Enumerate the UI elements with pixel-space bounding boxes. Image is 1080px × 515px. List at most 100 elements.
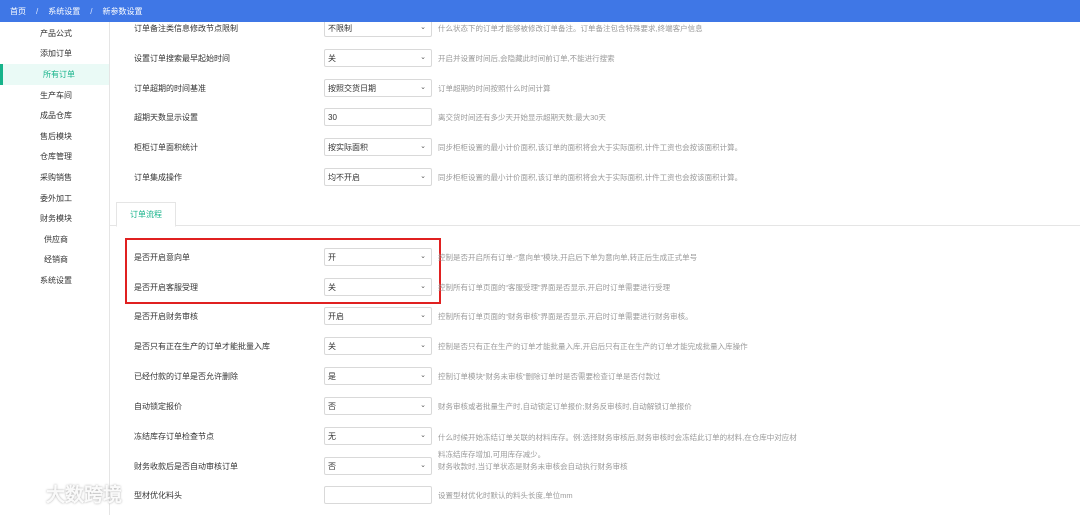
sidebar-item-label: 生产车间 — [40, 90, 72, 100]
tab-order-flow[interactable]: 订单流程 — [116, 202, 176, 227]
setting-row: 设置订单搜索最早起始时间 关 ⌄ 开启并设置时间后,会隐藏此时间前订单,不能进行搜… — [110, 49, 1080, 67]
sidebar-item-label: 添加订单 — [40, 49, 72, 59]
setting-description: 设置型材优化时默认的料头长度,单位mm — [438, 490, 573, 500]
chevron-down-icon: ⌄ — [420, 432, 426, 439]
sidebar-item-system-settings[interactable]: 系统设置 — [0, 270, 109, 291]
sidebar-item-warehouse-management[interactable]: 仓库管理 — [0, 147, 109, 168]
setting-description: 订单超期的时间按照什么时间计算 — [438, 83, 551, 93]
sidebar-item-label: 委外加工 — [40, 193, 72, 203]
setting-row: 是否开启客服受理 关 ⌄ 控制所有订单页面的“客服受理”界面是否显示,开启时订单需… — [110, 278, 1080, 296]
setting-select[interactable]: 否 ⌄ — [324, 397, 432, 415]
setting-select[interactable]: 开启 ⌄ — [324, 307, 432, 325]
sidebar-item-label: 供应商 — [44, 234, 68, 244]
select-value: 是 — [328, 371, 336, 381]
chevron-down-icon: ⌄ — [420, 402, 426, 409]
setting-label: 超期天数显示设置 — [134, 112, 198, 122]
stock-length-input[interactable] — [324, 486, 432, 504]
setting-select[interactable]: 关 ⌄ — [324, 337, 432, 355]
setting-row: 自动锁定报价 否 ⌄ 财务审核或者批量生产时,自动锁定订单报价;财务反审核时,自动… — [110, 397, 1080, 415]
overdue-days-input[interactable]: 30 — [324, 108, 432, 126]
breadcrumb-separator: / — [90, 6, 93, 16]
setting-label: 订单超期的时间基准 — [134, 83, 206, 93]
sidebar-item-label: 系统设置 — [40, 275, 72, 285]
sidebar-item-finished-warehouse[interactable]: 成品仓库 — [0, 105, 109, 126]
setting-label: 设置订单搜索最早起始时间 — [134, 53, 230, 63]
setting-select[interactable]: 关 ⌄ — [324, 49, 432, 67]
setting-label: 型材优化料头 — [134, 490, 182, 500]
sidebar-item-outsourcing[interactable]: 委外加工 — [0, 188, 109, 209]
breadcrumb-home[interactable]: 首页 — [10, 6, 26, 17]
chevron-down-icon: ⌄ — [420, 173, 426, 180]
setting-select[interactable]: 不限制 ⌄ — [324, 22, 432, 37]
sidebar-item-finance[interactable]: 财务模块 — [0, 208, 109, 229]
setting-description: 控制所有订单页面的“财务审核”界面是否显示,开启时订单需要进行财务审核。 — [438, 311, 693, 321]
setting-row: 已经付款的订单是否允许删除 是 ⌄ 控制订单模块“财务未审核”删除订单时是否需要检… — [110, 367, 1080, 385]
settings-panel: 订单备注类信息修改节点限制 不限制 ⌄ 什么状态下的订单才能够被修改订单备注。订单… — [110, 22, 1080, 515]
setting-row: 订单备注类信息修改节点限制 不限制 ⌄ 什么状态下的订单才能够被修改订单备注。订单… — [110, 22, 1080, 37]
setting-description: 同步柜柜设置的最小计价面积,该订单的面积将会大于实际面积,计件工资也会按该面积计… — [438, 142, 743, 152]
sidebar-item-label: 采购销售 — [40, 172, 72, 182]
setting-label: 是否开启客服受理 — [134, 282, 198, 292]
setting-description: 控制是否只有正在生产的订单才能批量入库,开启后只有正在生产的订单才能完成批量入库… — [438, 341, 748, 351]
setting-label: 已经付款的订单是否允许删除 — [134, 371, 238, 381]
sidebar: 产品公式 添加订单 所有订单 生产车间 成品仓库 售后模块 仓库管理 采购销售 … — [0, 22, 110, 515]
setting-label: 订单集成操作 — [134, 172, 182, 182]
breadcrumb-current: 新参数设置 — [102, 6, 143, 16]
breadcrumb: 首页 / 系统设置 / 新参数设置 — [0, 0, 1080, 22]
sidebar-item-label: 所有订单 — [43, 69, 75, 79]
setting-select[interactable]: 无 ⌄ — [324, 427, 432, 445]
watermark: 大数跨境 — [8, 480, 122, 507]
setting-description: 同步柜柜设置的最小计价面积,该订单的面积将会大于实际面积,计件工资也会按该面积计… — [438, 172, 743, 182]
sidebar-item-label: 售后模块 — [40, 131, 72, 141]
setting-description: 什么状态下的订单才能够被修改订单备注。订单备注包含特殊要求,终端客户信息 — [438, 23, 703, 33]
select-value: 关 — [328, 282, 336, 292]
sidebar-item-after-sales[interactable]: 售后模块 — [0, 126, 109, 147]
setting-label: 是否开启财务审核 — [134, 311, 198, 321]
setting-select[interactable]: 按照交货日期 ⌄ — [324, 79, 432, 97]
chevron-down-icon: ⌄ — [420, 372, 426, 379]
breadcrumb-separator: / — [36, 6, 39, 16]
chevron-down-icon: ⌄ — [420, 312, 426, 319]
sidebar-item-purchase-sales[interactable]: 采购销售 — [0, 167, 109, 188]
sidebar-item-label: 经销商 — [44, 255, 68, 265]
input-value: 30 — [328, 112, 337, 122]
sidebar-item-workshop[interactable]: 生产车间 — [0, 85, 109, 106]
chevron-down-icon: ⌄ — [420, 54, 426, 61]
setting-row: 是否开启财务审核 开启 ⌄ 控制所有订单页面的“财务审核”界面是否显示,开启时订单… — [110, 307, 1080, 325]
breadcrumb-settings[interactable]: 系统设置 — [48, 6, 80, 17]
setting-row: 型材优化料头 设置型材优化时默认的料头长度,单位mm — [110, 486, 1080, 504]
setting-select[interactable]: 否 ⌄ — [324, 457, 432, 475]
select-value: 不限制 — [328, 23, 352, 33]
setting-description: 什么时候开始冻结订单关联的材料库存。例:选择财务审核后,财务审核时会冻结此订单的… — [438, 433, 797, 442]
setting-description: 控制订单模块“财务未审核”删除订单时是否需要检查订单是否付款过 — [438, 371, 661, 381]
setting-select[interactable]: 按实际面积 ⌄ — [324, 138, 432, 156]
setting-row: 冻结库存订单检查节点 无 ⌄ 什么时候开始冻结订单关联的材料库存。例:选择财务审核… — [110, 427, 1080, 459]
setting-select[interactable]: 均不开启 ⌄ — [324, 168, 432, 186]
setting-description: 财务收款时,当订单状态是财务未审核会自动执行财务审核 — [438, 462, 628, 471]
sidebar-item-supplier[interactable]: 供应商 — [0, 229, 109, 250]
sidebar-item-dealer[interactable]: 经销商 — [0, 250, 109, 271]
setting-description: 离交货时间还有多少天开始显示超期天数:最大30天 — [438, 112, 606, 122]
setting-select[interactable]: 开 ⌄ — [324, 248, 432, 266]
select-value: 按照交货日期 — [328, 83, 376, 93]
setting-row: 订单超期的时间基准 按照交货日期 ⌄ 订单超期的时间按照什么时间计算 — [110, 79, 1080, 97]
watermark-text: 大数跨境 — [46, 485, 123, 506]
setting-row: 超期天数显示设置 30 离交货时间还有多少天开始显示超期天数:最大30天 — [110, 108, 1080, 126]
setting-label: 财务收款后是否自动审核订单 — [134, 461, 238, 471]
setting-label: 自动锁定报价 — [134, 401, 182, 411]
setting-select[interactable]: 关 ⌄ — [324, 278, 432, 296]
sidebar-item-all-orders[interactable]: 所有订单 — [0, 64, 109, 85]
select-value: 否 — [328, 401, 336, 411]
select-value: 无 — [328, 431, 336, 441]
sidebar-item-label: 产品公式 — [40, 28, 72, 38]
chevron-down-icon: ⌄ — [420, 84, 426, 91]
setting-select[interactable]: 是 ⌄ — [324, 367, 432, 385]
setting-row: 是否开启意向单 开 ⌄ 控制是否开启所有订单-“意向单”模块,开启后下单为意向单,… — [110, 248, 1080, 266]
select-value: 关 — [328, 341, 336, 351]
chevron-down-icon: ⌄ — [420, 342, 426, 349]
setting-label: 是否开启意向单 — [134, 252, 190, 262]
setting-row: 订单集成操作 均不开启 ⌄ 同步柜柜设置的最小计价面积,该订单的面积将会大于实际面… — [110, 168, 1080, 186]
sidebar-item-product-formula[interactable]: 产品公式 — [0, 23, 109, 44]
setting-description: 开启并设置时间后,会隐藏此时间前订单,不能进行搜索 — [438, 53, 615, 63]
sidebar-item-add-order[interactable]: 添加订单 — [0, 44, 109, 65]
